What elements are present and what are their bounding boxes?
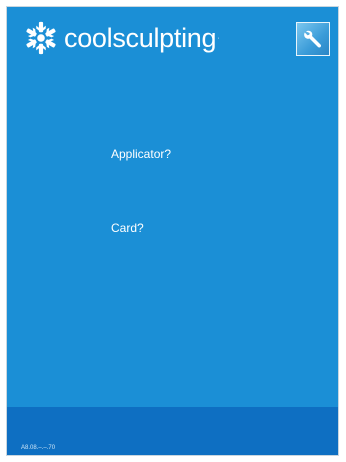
header: coolsculpting · [7,7,338,67]
device-screen: coolsculpting · Applicator? Card? A8.08.–… [6,6,339,456]
tools-button[interactable] [296,22,330,56]
wrench-icon [304,30,322,48]
applicator-prompt[interactable]: Applicator? [111,147,171,161]
version-label: A8.08.–.–.70 [21,445,56,451]
footer-bar: A8.08.–.–.70 [7,407,338,455]
brand-logo: coolsculpting · [22,19,220,57]
snowflake-icon [24,21,58,55]
card-prompt[interactable]: Card? [111,221,144,235]
brand-trademark: · [217,34,220,42]
brand-name: coolsculpting [64,22,217,53]
